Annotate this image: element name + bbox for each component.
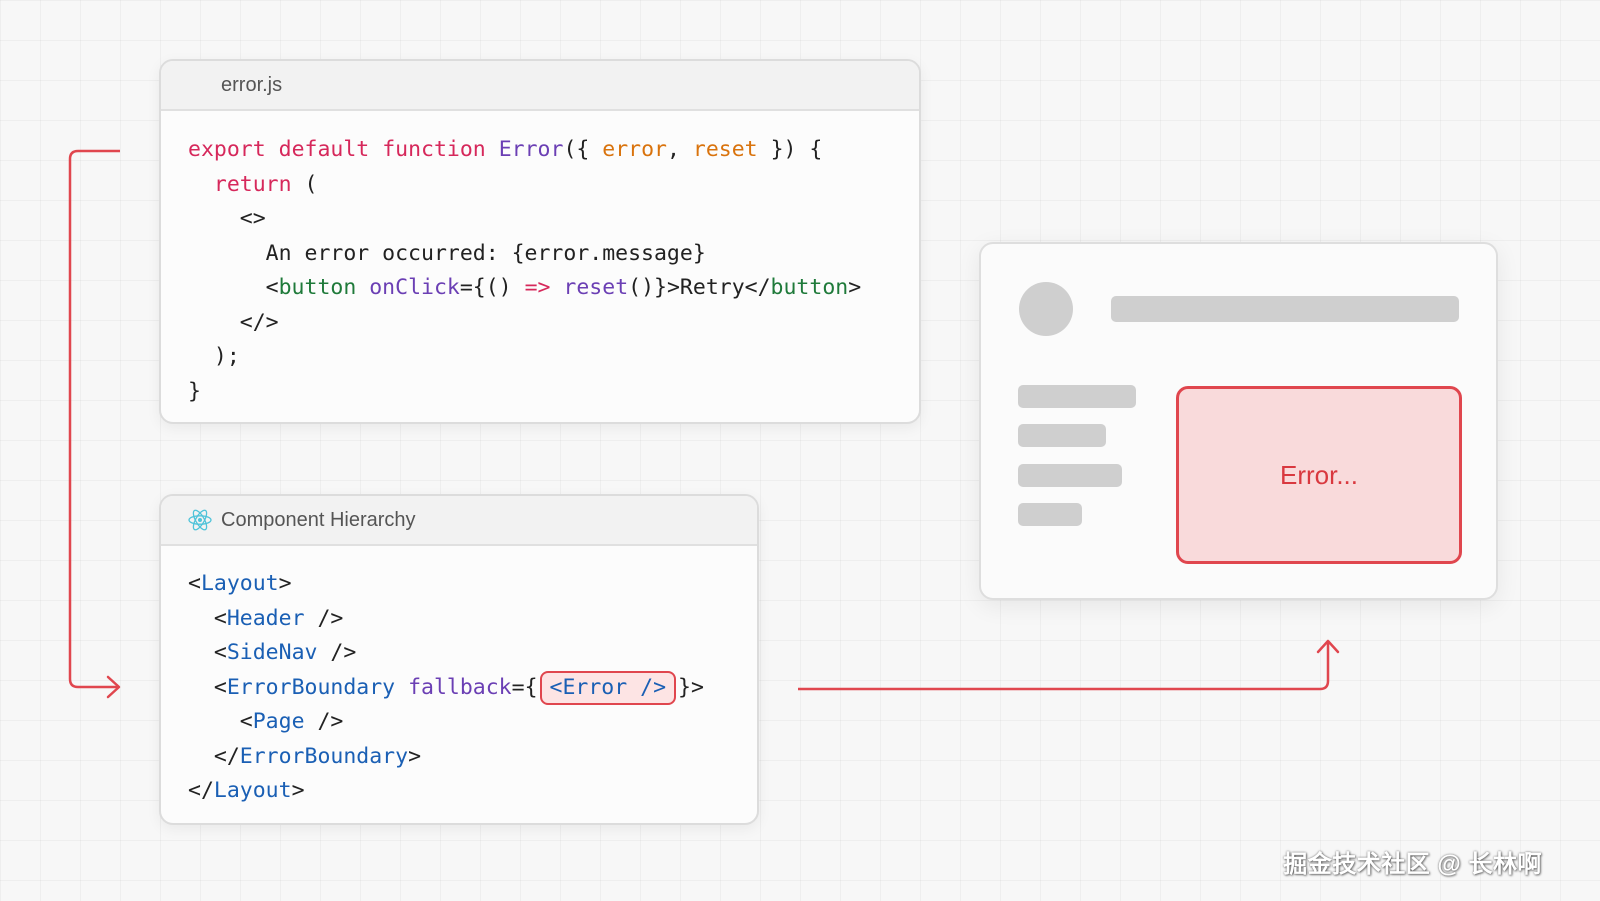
code-line: <button onClick={() => reset()}>Retry</b… <box>188 271 919 306</box>
sidenav-skeleton-item <box>1018 464 1122 487</box>
code-token: function <box>382 137 486 162</box>
sidenav-skeleton-item <box>1018 385 1136 408</box>
code-token: ErrorBoundary <box>226 674 396 700</box>
code-token: </> <box>188 309 279 335</box>
code-token: => <box>524 275 551 300</box>
code-token: > <box>291 778 305 803</box>
code-token: /> <box>304 605 344 631</box>
code-line: export default function Error({ error, r… <box>188 133 919 168</box>
code-token: default <box>278 137 370 162</box>
code-line: return ( <box>188 168 919 203</box>
code-token: button <box>770 275 849 300</box>
code-token: }) { <box>757 137 823 162</box>
code-token: > <box>408 743 422 769</box>
code-token: ); <box>188 344 240 369</box>
code-line: <Header /> <box>188 602 757 637</box>
code-token: < <box>188 605 227 631</box>
code-token: ()}>Retry</ <box>628 275 771 300</box>
header-skeleton-bar <box>1111 296 1459 322</box>
error-js-code: export default function Error({ error, r… <box>161 111 919 409</box>
code-token: Page <box>252 709 305 734</box>
code-token: < <box>188 709 253 734</box>
react-icon <box>187 507 213 533</box>
code-line: <> <box>188 202 919 237</box>
code-line: </Layout> <box>188 774 757 809</box>
code-token: </ <box>188 778 214 803</box>
ui-preview-card: Error... <box>979 242 1498 600</box>
code-line: <ErrorBoundary fallback={<Error />}> <box>188 670 757 706</box>
code-token: export <box>188 137 266 162</box>
watermark: 掘金技术社区 @ 长林啊 <box>1283 851 1542 878</box>
code-token: /> <box>317 640 357 665</box>
code-token: > <box>848 275 862 300</box>
code-line: </> <box>188 306 919 341</box>
code-token: < <box>188 571 201 596</box>
code-token: error <box>602 137 668 162</box>
code-token: ={ <box>511 674 538 700</box>
error-js-filename: error.js <box>221 73 283 96</box>
component-hierarchy-code: <Layout> <Header /> <SideNav /> <ErrorBo… <box>161 546 757 809</box>
code-token: reset <box>563 275 629 300</box>
code-token: ErrorBoundary <box>239 743 409 769</box>
code-line: } <box>188 375 919 410</box>
component-hierarchy-title: Component Hierarchy <box>221 508 416 531</box>
code-line: <SideNav /> <box>188 636 757 671</box>
fallback-to-preview-arrow <box>798 642 1330 691</box>
code-token: fallback <box>408 674 512 700</box>
code-token: ( <box>291 171 318 197</box>
sidenav-skeleton-item <box>1018 503 1082 526</box>
error-js-panel: error.js export default function Error({… <box>159 59 921 424</box>
code-token: ({ <box>563 137 603 162</box>
code-line: An error occurred: {error.message} <box>188 237 919 272</box>
code-token: > <box>278 571 292 596</box>
error-js-header: error.js <box>161 61 919 111</box>
code-line: <Page /> <box>188 705 757 740</box>
avatar-placeholder <box>1019 282 1073 336</box>
code-token: <> <box>188 206 266 231</box>
code-token: ={() <box>459 275 525 300</box>
code-token: reset <box>692 137 758 162</box>
error-fallback-box: Error... <box>1176 386 1462 564</box>
code-token: Layout <box>213 778 292 803</box>
component-hierarchy-header: Component Hierarchy <box>161 496 757 546</box>
error-fallback-highlight: <Error /> <box>539 670 677 705</box>
code-token: Header <box>226 605 305 631</box>
code-token: < <box>188 674 227 700</box>
code-token: SideNav <box>226 640 318 665</box>
error-fallback-text: Error... <box>1279 459 1358 490</box>
code-line: ); <box>188 340 919 375</box>
code-token: } <box>188 378 201 404</box>
code-token: /> <box>304 709 344 734</box>
error-to-boundary-arrow <box>68 149 120 689</box>
code-token: </ <box>188 743 240 769</box>
code-token: button <box>278 275 357 300</box>
code-token: Layout <box>200 571 279 596</box>
code-token: return <box>213 171 292 197</box>
code-token: , <box>667 137 693 162</box>
code-token: Error <box>498 137 564 162</box>
code-line: </ErrorBoundary> <box>188 740 757 775</box>
sidenav-skeleton-item <box>1018 424 1106 447</box>
code-token: < <box>188 640 227 665</box>
code-token: < <box>188 275 279 300</box>
code-token: onClick <box>369 275 460 300</box>
component-hierarchy-panel: Component Hierarchy <Layout> <Header /> … <box>159 494 759 825</box>
code-line: <Layout> <box>188 567 757 602</box>
code-token: An error occurred: {error.message} <box>188 240 706 266</box>
code-token: }> <box>678 674 704 700</box>
